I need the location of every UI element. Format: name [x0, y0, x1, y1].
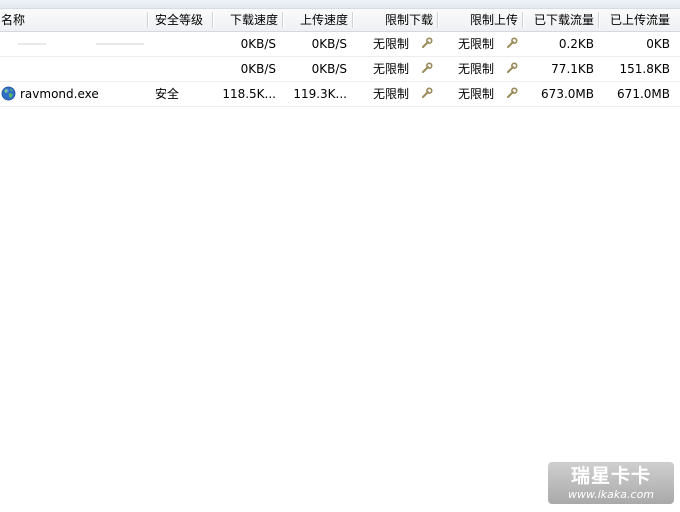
- wrench-icon[interactable]: [506, 62, 518, 74]
- upload-speed: 119.3K...: [293, 87, 347, 101]
- security-level: 安全: [155, 87, 180, 101]
- table-row[interactable]: 0KB/S 0KB/S 无限制 无限制 0.2KB 0KB: [0, 32, 680, 57]
- process-name: [20, 32, 145, 56]
- limit-download-value: 无限制: [372, 37, 409, 51]
- upload-speed: 0KB/S: [311, 37, 347, 51]
- uploaded-amount: 151.8KB: [619, 62, 670, 76]
- column-divider[interactable]: [147, 12, 148, 28]
- downloaded-amount: 673.0MB: [541, 87, 594, 101]
- downloaded-amount: 77.1KB: [551, 62, 594, 76]
- wrench-icon[interactable]: [506, 87, 518, 99]
- wrench-icon[interactable]: [421, 37, 433, 49]
- limit-upload-value: 无限制: [457, 37, 494, 51]
- process-name: [20, 57, 145, 81]
- watermark-title: 瑞星卡卡: [570, 465, 651, 487]
- process-name: ravmond.exe: [20, 87, 99, 101]
- watermark-url: www.ikaka.com: [567, 488, 655, 501]
- uploaded-amount: 0KB: [646, 37, 670, 51]
- column-header-downloaded[interactable]: 已下载流量: [524, 9, 594, 31]
- limit-download-value: 无限制: [372, 87, 409, 101]
- column-header-uploaded[interactable]: 已上传流量: [600, 9, 670, 31]
- column-header-limit-download[interactable]: 限制下载: [354, 9, 433, 31]
- column-header-name[interactable]: 名称: [1, 9, 141, 31]
- wrench-icon[interactable]: [421, 87, 433, 99]
- limit-upload-value: 无限制: [457, 87, 494, 101]
- column-header-limit-upload[interactable]: 限制上传: [439, 9, 518, 31]
- column-header-upload-speed[interactable]: 上传速度: [284, 9, 348, 31]
- table-row[interactable]: 0KB/S 0KB/S 无限制 无限制 77.1KB 151.8KB: [0, 57, 680, 82]
- wrench-icon[interactable]: [421, 62, 433, 74]
- downloaded-amount: 0.2KB: [558, 37, 594, 51]
- column-divider[interactable]: [282, 12, 283, 28]
- wrench-icon[interactable]: [506, 37, 518, 49]
- top-toolbar-strip: [0, 0, 680, 9]
- globe-icon: [1, 86, 16, 101]
- uploaded-amount: 671.0MB: [617, 87, 670, 101]
- table-row[interactable]: ravmond.exe 安全 118.5K... 119.3K... 无限制 无…: [0, 82, 680, 107]
- upload-speed: 0KB/S: [311, 62, 347, 76]
- download-speed: 0KB/S: [240, 62, 276, 76]
- column-divider[interactable]: [212, 12, 213, 28]
- security-level: [155, 57, 210, 81]
- column-divider[interactable]: [352, 12, 353, 28]
- limit-download-value: 无限制: [372, 62, 409, 76]
- column-header: 名称 安全等级 下载速度 上传速度 限制下载 限制上传 已下载流量 已上传流量: [0, 9, 680, 32]
- security-level: [155, 32, 210, 56]
- limit-upload-value: 无限制: [457, 62, 494, 76]
- download-speed: 118.5K...: [222, 87, 276, 101]
- column-divider[interactable]: [437, 12, 438, 28]
- watermark-logo: 瑞星卡卡 www.ikaka.com: [548, 462, 674, 504]
- column-divider[interactable]: [522, 12, 523, 28]
- column-header-download-speed[interactable]: 下载速度: [214, 9, 278, 31]
- download-speed: 0KB/S: [240, 37, 276, 51]
- column-header-security-level[interactable]: 安全等级: [155, 9, 213, 31]
- column-divider[interactable]: [598, 12, 599, 28]
